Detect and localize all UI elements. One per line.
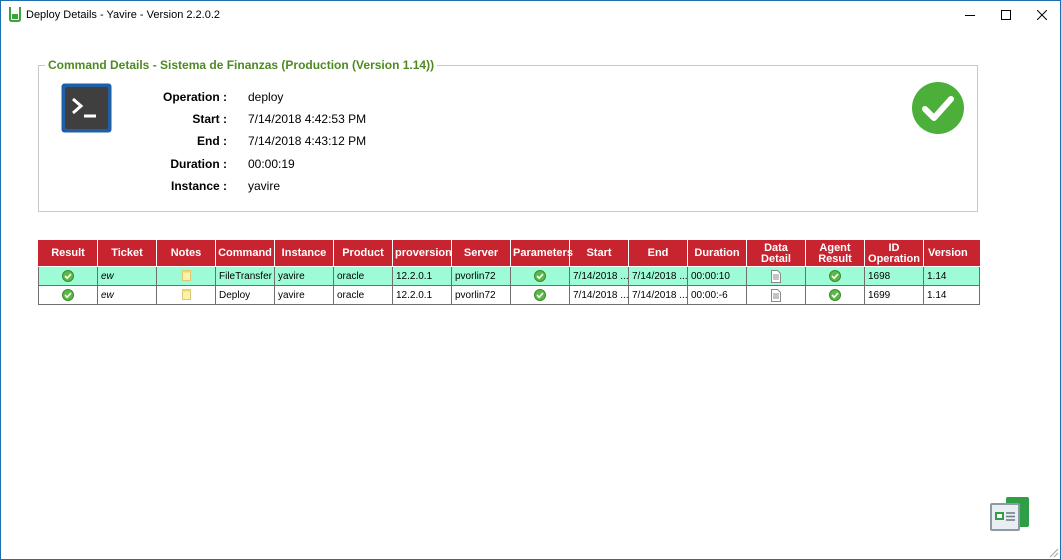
minimize-button[interactable] xyxy=(952,1,988,29)
column-header-agent-result[interactable]: Agent Result xyxy=(805,240,865,267)
group-title: Command Details - Sistema de Finanzas (P… xyxy=(45,58,438,72)
instance-value: yavire xyxy=(248,179,281,193)
duration-cell[interactable]: 00:00:-6 xyxy=(687,285,747,305)
resize-grip-icon[interactable] xyxy=(1047,546,1059,558)
column-header-proversion[interactable]: proversion xyxy=(392,240,452,267)
result-cell[interactable] xyxy=(38,266,98,286)
column-header-parameters[interactable]: Parameters xyxy=(510,240,573,267)
title-bar[interactable]: Deploy Details - Yavire - Version 2.2.0.… xyxy=(1,1,1060,29)
instance-cell[interactable]: yavire xyxy=(274,266,334,286)
server-cell[interactable]: pvorlin72 xyxy=(451,266,511,286)
minimize-icon xyxy=(965,15,975,16)
column-header-command[interactable]: Command xyxy=(215,240,275,267)
id-operation-cell[interactable]: 1699 xyxy=(864,285,924,305)
success-check-icon xyxy=(912,82,964,134)
column-header-start[interactable]: Start xyxy=(569,240,629,267)
notes-cell[interactable] xyxy=(156,285,216,305)
success-check-icon xyxy=(534,289,546,301)
start-value: 7/14/2018 4:42:53 PM xyxy=(248,112,367,126)
proversion-cell[interactable]: 12.2.0.1 xyxy=(392,285,452,305)
product-cell[interactable]: oracle xyxy=(333,285,393,305)
end-cell[interactable]: 7/14/2018 ... xyxy=(628,285,688,305)
export-details-icon[interactable] xyxy=(986,495,1031,533)
duration-label: Duration : xyxy=(170,157,227,171)
commands-table: Result Ticket Notes Command Instance Pro… xyxy=(38,240,980,305)
success-check-icon xyxy=(829,270,841,282)
data-detail-cell[interactable] xyxy=(746,285,806,305)
version-cell[interactable]: 1.14 xyxy=(923,285,980,305)
data-detail-cell[interactable] xyxy=(746,266,806,286)
column-header-server[interactable]: Server xyxy=(451,240,511,267)
instance-label: Instance : xyxy=(170,179,227,193)
duration-cell[interactable]: 00:00:10 xyxy=(687,266,747,286)
success-check-icon xyxy=(62,289,74,301)
command-cell[interactable]: FileTransfer xyxy=(215,266,275,286)
document-icon xyxy=(771,269,781,283)
proversion-cell[interactable]: 12.2.0.1 xyxy=(392,266,452,286)
result-cell[interactable] xyxy=(38,285,98,305)
notes-cell[interactable] xyxy=(156,266,216,286)
table-header-row: Result Ticket Notes Command Instance Pro… xyxy=(38,240,980,267)
close-icon xyxy=(1037,10,1047,20)
column-header-duration[interactable]: Duration xyxy=(687,240,747,267)
column-header-data-detail[interactable]: Data Detail xyxy=(746,240,806,267)
document-icon xyxy=(771,288,781,302)
duration-value: 00:00:19 xyxy=(248,157,295,171)
terminal-icon xyxy=(61,83,112,133)
column-header-notes[interactable]: Notes xyxy=(156,240,216,267)
column-header-result[interactable]: Result xyxy=(38,240,98,267)
maximize-button[interactable] xyxy=(988,1,1024,29)
operation-value: deploy xyxy=(248,90,284,104)
server-cell[interactable]: pvorlin72 xyxy=(451,285,511,305)
success-check-icon xyxy=(62,270,74,282)
command-cell[interactable]: Deploy xyxy=(215,285,275,305)
success-check-icon xyxy=(534,270,546,282)
start-cell[interactable]: 7/14/2018 ... xyxy=(569,266,629,286)
table-row[interactable]: ew FileTransfer yavire oracle 12.2.0.1 p… xyxy=(38,266,980,286)
success-check-icon xyxy=(829,289,841,301)
id-operation-cell[interactable]: 1698 xyxy=(864,266,924,286)
note-icon xyxy=(181,289,191,301)
column-header-id-operation[interactable]: ID Operation xyxy=(864,240,924,267)
start-cell[interactable]: 7/14/2018 ... xyxy=(569,285,629,305)
end-label: End : xyxy=(197,134,227,148)
deploy-details-window: Deploy Details - Yavire - Version 2.2.0.… xyxy=(0,0,1061,560)
column-header-product[interactable]: Product xyxy=(333,240,393,267)
column-header-version[interactable]: Version xyxy=(923,240,980,267)
parameters-cell[interactable] xyxy=(510,266,570,286)
agent-result-cell[interactable] xyxy=(805,266,865,286)
agent-result-cell[interactable] xyxy=(805,285,865,305)
column-header-instance[interactable]: Instance xyxy=(274,240,334,267)
app-bucket-icon xyxy=(9,7,21,22)
column-header-end[interactable]: End xyxy=(628,240,688,267)
product-cell[interactable]: oracle xyxy=(333,266,393,286)
end-cell[interactable]: 7/14/2018 ... xyxy=(628,266,688,286)
maximize-icon xyxy=(1001,10,1011,20)
ticket-cell[interactable]: ew xyxy=(97,266,157,286)
parameters-cell[interactable] xyxy=(510,285,570,305)
table-row[interactable]: ew Deploy yavire oracle 12.2.0.1 pvorlin… xyxy=(38,285,980,305)
operation-label: Operation : xyxy=(162,90,227,104)
instance-cell[interactable]: yavire xyxy=(274,285,334,305)
ticket-cell[interactable]: ew xyxy=(97,285,157,305)
end-value: 7/14/2018 4:43:12 PM xyxy=(248,134,367,148)
note-icon xyxy=(181,270,191,282)
version-cell[interactable]: 1.14 xyxy=(923,266,980,286)
close-button[interactable] xyxy=(1024,1,1060,29)
window-title: Deploy Details - Yavire - Version 2.2.0.… xyxy=(26,9,221,21)
column-header-ticket[interactable]: Ticket xyxy=(97,240,157,267)
start-label: Start : xyxy=(192,112,227,126)
